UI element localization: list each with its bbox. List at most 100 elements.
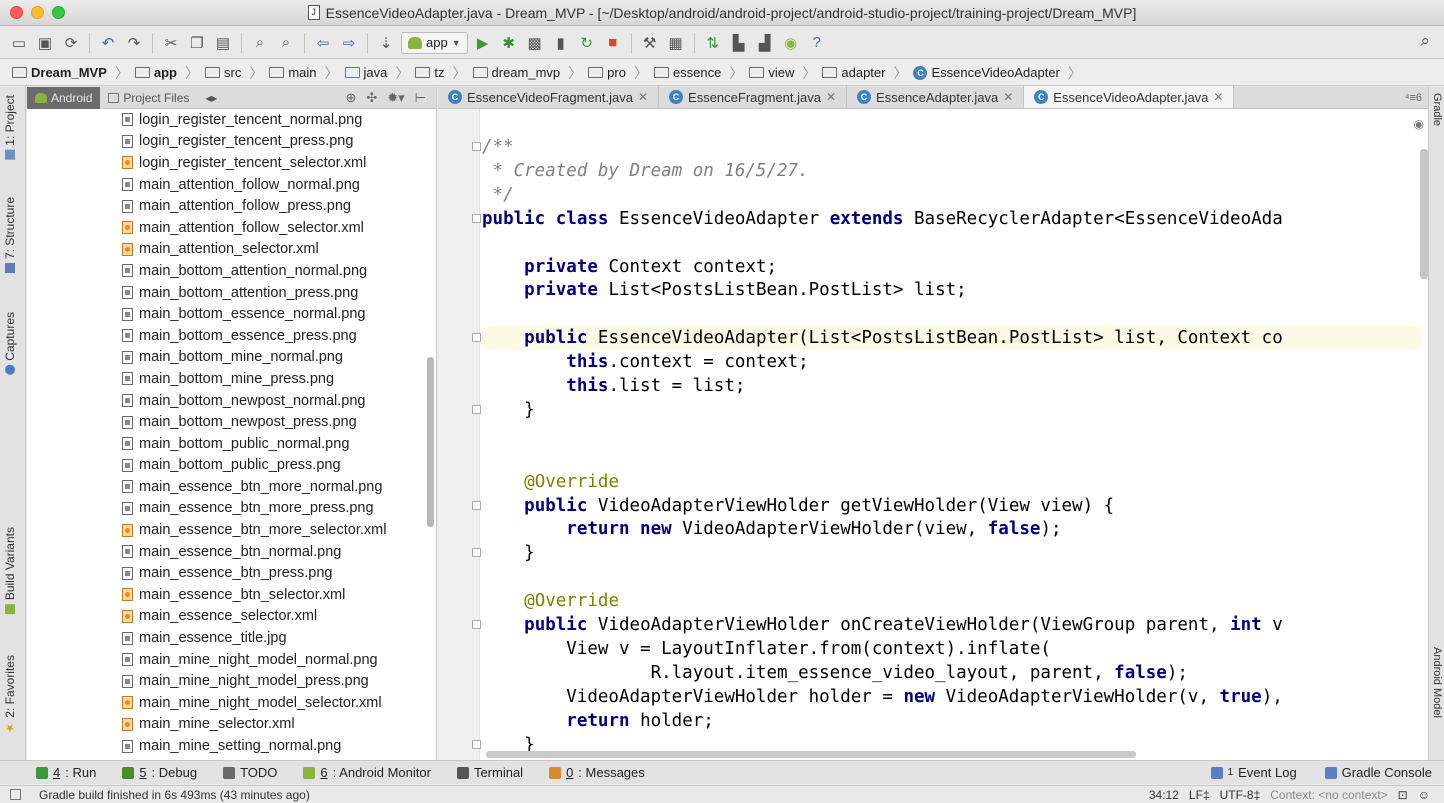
scroll-to-source-icon[interactable]: ⊕ bbox=[345, 90, 356, 106]
collapse-icon[interactable]: ✣ bbox=[366, 90, 377, 106]
code-line[interactable]: public EssenceVideoAdapter(List<PostsLis… bbox=[482, 326, 1422, 351]
tab-essence-adapter[interactable]: C EssenceAdapter.java ✕ bbox=[847, 86, 1025, 108]
fold-marker-icon[interactable] bbox=[472, 500, 481, 510]
line-separator[interactable]: LF‡ bbox=[1189, 788, 1210, 802]
fold-marker-icon[interactable] bbox=[472, 142, 481, 151]
fold-marker-icon[interactable] bbox=[472, 739, 481, 749]
fold-marker-icon[interactable] bbox=[472, 333, 481, 343]
back-icon[interactable]: ⇦ bbox=[312, 32, 334, 54]
code-line[interactable]: } bbox=[482, 398, 535, 422]
breadcrumb-item[interactable]: dream_mvp 〉 bbox=[472, 63, 589, 83]
context-indicator[interactable]: Context: <no context> bbox=[1270, 788, 1387, 802]
copy-icon[interactable]: ❐ bbox=[186, 32, 208, 54]
code-line[interactable]: this.list = list; bbox=[482, 374, 745, 398]
editor-horizontal-scrollbar[interactable] bbox=[486, 751, 1136, 758]
build-icon[interactable]: ⇣ bbox=[375, 32, 397, 54]
forward-icon[interactable]: ⇨ bbox=[338, 32, 360, 54]
lock-icon[interactable]: ⊡ bbox=[1398, 788, 1408, 802]
bottom-tool-android-monitor[interactable]: 6: Android Monitor bbox=[303, 765, 431, 780]
redo-icon[interactable]: ↷ bbox=[123, 32, 145, 54]
captures-tool-tab[interactable]: Captures bbox=[3, 312, 17, 375]
bottom-tool-gradle-console[interactable]: Gradle Console bbox=[1324, 765, 1432, 780]
cut-icon[interactable]: ✂ bbox=[160, 32, 182, 54]
sync-icon[interactable]: ⟳ bbox=[60, 32, 82, 54]
device-monitor-icon[interactable]: ▟ bbox=[754, 32, 776, 54]
close-icon[interactable]: ✕ bbox=[1003, 90, 1013, 104]
structure-tool-tab[interactable]: 7: Structure bbox=[3, 197, 17, 274]
file-tree-item[interactable]: main_attention_selector.xml bbox=[27, 239, 427, 261]
file-tree-item[interactable]: main_mine_night_model_selector.xml bbox=[27, 692, 427, 714]
tab-essence-video-fragment[interactable]: C EssenceVideoFragment.java ✕ bbox=[438, 86, 660, 108]
file-tree-item[interactable]: main_bottom_attention_press.png bbox=[27, 282, 427, 304]
breadcrumb-item[interactable]: adapter 〉 bbox=[822, 63, 913, 83]
debug-icon[interactable]: ✱ bbox=[498, 32, 520, 54]
apply-changes-icon[interactable]: ↻ bbox=[576, 32, 598, 54]
code-line[interactable]: private List<PostsListBean.PostList> lis… bbox=[482, 278, 967, 302]
file-tree-item[interactable]: login_register_tencent_selector.xml bbox=[27, 152, 427, 174]
code-line[interactable]: public VideoAdapterViewHolder onCreateVi… bbox=[482, 613, 1283, 637]
file-tree-item[interactable]: main_attention_follow_selector.xml bbox=[27, 217, 427, 239]
coverage-icon[interactable]: ▩ bbox=[524, 32, 546, 54]
file-tree-item[interactable]: main_essence_btn_press.png bbox=[27, 562, 427, 584]
undo-icon[interactable]: ↶ bbox=[97, 32, 119, 54]
code-line[interactable]: R.layout.item_essence_video_layout, pare… bbox=[482, 661, 1188, 685]
avd-icon[interactable]: ▙ bbox=[728, 32, 750, 54]
file-tree-item[interactable]: main_bottom_mine_normal.png bbox=[27, 347, 427, 369]
file-tree-item[interactable]: main_essence_title.jpg bbox=[27, 627, 427, 649]
help-icon[interactable]: ? bbox=[806, 32, 828, 54]
breadcrumb-item[interactable]: app 〉 bbox=[134, 63, 205, 83]
breadcrumb-item[interactable]: essence 〉 bbox=[653, 63, 749, 83]
find-icon[interactable]: ⌕ bbox=[249, 32, 271, 54]
fold-marker-icon[interactable] bbox=[472, 548, 481, 558]
hide-panel-icon[interactable]: ⊢ bbox=[415, 90, 426, 106]
file-tree-item[interactable]: main_bottom_public_press.png bbox=[27, 455, 427, 477]
breadcrumb-item[interactable]: pro 〉 bbox=[588, 63, 654, 83]
structure-icon[interactable]: ▦ bbox=[665, 32, 687, 54]
file-tree-item[interactable]: main_essence_btn_selector.xml bbox=[27, 584, 427, 606]
close-icon[interactable]: ✕ bbox=[1213, 90, 1223, 104]
build-variants-tool-tab[interactable]: Build Variants bbox=[3, 527, 17, 615]
toggle-tool-windows-icon[interactable] bbox=[10, 789, 21, 800]
fold-marker-icon[interactable] bbox=[472, 404, 481, 414]
breadcrumb-item[interactable]: C EssenceVideoAdapter 〉 bbox=[913, 63, 1087, 83]
code-line[interactable]: View v = LayoutInflater.from(context).in… bbox=[482, 637, 1051, 661]
run-icon[interactable]: ▶ bbox=[472, 32, 494, 54]
close-window-button[interactable] bbox=[10, 6, 23, 19]
close-icon[interactable]: ✕ bbox=[826, 90, 836, 104]
file-tree-item[interactable]: main_essence_btn_more_selector.xml bbox=[27, 519, 427, 541]
fold-marker-icon[interactable] bbox=[472, 620, 481, 629]
code-line[interactable]: */ bbox=[482, 183, 514, 207]
tabs-overflow-indicator[interactable]: ⁴≡6 bbox=[1405, 92, 1428, 104]
file-tree-item[interactable]: main_bottom_newpost_press.png bbox=[27, 411, 427, 433]
file-tree-item[interactable]: main_essence_btn_more_press.png bbox=[27, 498, 427, 520]
minimize-window-button[interactable] bbox=[31, 6, 44, 19]
bottom-tool-messages[interactable]: 0: Messages bbox=[549, 765, 645, 780]
file-tree-item[interactable]: login_register_tencent_press.png bbox=[27, 131, 427, 153]
code-line[interactable]: private Context context; bbox=[482, 255, 777, 279]
code-line[interactable]: VideoAdapterViewHolder holder = new Vide… bbox=[482, 685, 1282, 709]
android-icon[interactable]: ◉ bbox=[780, 32, 802, 54]
file-tree-item[interactable]: main_mine_setting_normal.png bbox=[27, 735, 427, 757]
editor-vertical-scrollbar[interactable] bbox=[1420, 149, 1428, 279]
file-tree-item[interactable]: main_essence_btn_more_normal.png bbox=[27, 476, 427, 498]
inspector-icon[interactable]: ☺ bbox=[1418, 788, 1430, 802]
file-tree-item[interactable]: main_essence_btn_normal.png bbox=[27, 541, 427, 563]
run-configuration-selector[interactable]: app ▼ bbox=[401, 31, 468, 54]
close-icon[interactable]: ✕ bbox=[638, 90, 648, 104]
code-line[interactable]: return holder; bbox=[482, 709, 714, 733]
bottom-tool-terminal[interactable]: Terminal bbox=[456, 765, 523, 780]
file-tree-item[interactable]: main_mine_night_model_press.png bbox=[27, 670, 427, 692]
file-tree-item[interactable]: main_mine_selector.xml bbox=[27, 714, 427, 736]
bottom-tool-run[interactable]: 4: Run bbox=[36, 765, 96, 780]
file-tree-item[interactable]: main_attention_follow_normal.png bbox=[27, 174, 427, 196]
code-line[interactable]: @Override bbox=[482, 470, 619, 494]
tab-essence-fragment[interactable]: C EssenceFragment.java ✕ bbox=[659, 86, 848, 108]
code-line[interactable]: /** bbox=[482, 135, 514, 159]
breadcrumb-item[interactable]: tz 〉 bbox=[415, 63, 472, 83]
project-tool-tab[interactable]: 1: Project bbox=[3, 95, 17, 160]
file-tree-item[interactable]: main_bottom_newpost_normal.png bbox=[27, 390, 427, 412]
bottom-tool-debug[interactable]: 5: Debug bbox=[122, 765, 197, 780]
breadcrumb-item[interactable]: Dream_MVP 〉 bbox=[12, 63, 135, 83]
code-line[interactable]: this.context = context; bbox=[482, 350, 808, 374]
attach-debugger-icon[interactable]: ▮ bbox=[550, 32, 572, 54]
